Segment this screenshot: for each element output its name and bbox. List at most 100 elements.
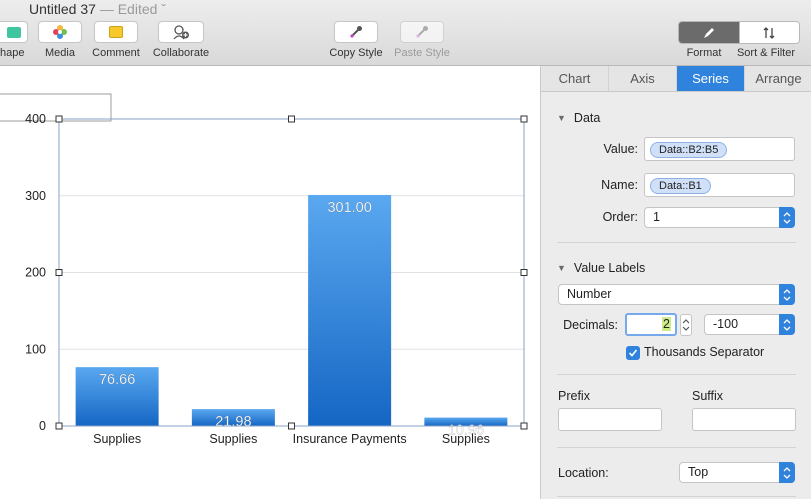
order-value: 1 — [653, 210, 660, 224]
collaborate-icon — [173, 25, 189, 40]
y-tick-label: 200 — [25, 266, 46, 280]
inspector-tabs: Chart Axis Series Arrange — [541, 66, 811, 92]
thousands-separator-label[interactable]: Thousands Separator — [644, 345, 764, 359]
sort-filter-button[interactable] — [738, 22, 799, 43]
bar-chart[interactable]: 0 100 200 300 400 76.66 Supplies 21.98 Supplies… — [0, 66, 540, 499]
value-labels-section-title: Value Labels — [573, 261, 646, 275]
negative-number-format: -100 — [713, 317, 739, 331]
resize-handle[interactable] — [520, 269, 528, 276]
tab-series[interactable]: Series — [676, 66, 744, 91]
value-reference-token[interactable]: Data::B2:B5 — [650, 142, 728, 158]
eyedropper-icon — [350, 26, 362, 38]
tab-arrange[interactable]: Arrange — [744, 66, 811, 91]
comment-icon — [109, 26, 123, 38]
value-reference-field[interactable]: Data::B2:B5 — [644, 137, 795, 161]
popup-arrows-icon — [779, 462, 795, 483]
resize-handle[interactable] — [520, 422, 528, 430]
value-label: 76.66 — [99, 372, 135, 388]
document-title[interactable]: Untitled 37 — Edited ˇ — [29, 1, 166, 17]
negative-number-format-popup[interactable]: -100 — [704, 314, 795, 335]
format-inspector: Chart Axis Series Arrange ▼ Data Value: … — [540, 66, 811, 499]
tab-chart[interactable]: Chart — [541, 66, 608, 91]
y-tick-label: 300 — [25, 189, 46, 203]
edited-indicator: — Edited ˇ — [99, 1, 166, 17]
media-button[interactable] — [38, 21, 82, 43]
collaborate-label: Collaborate — [152, 47, 210, 59]
section-divider — [557, 447, 796, 448]
y-tick-label: 100 — [25, 342, 46, 356]
shape-icon — [7, 26, 21, 38]
order-label: Order: — [602, 210, 638, 224]
popup-arrows-icon — [779, 314, 795, 335]
paste-style-label: Paste Style — [394, 47, 450, 59]
disclosure-triangle-icon: ▼ — [557, 113, 566, 123]
paintbrush-icon — [703, 27, 714, 38]
resize-handle[interactable] — [55, 422, 63, 430]
suffix-label: Suffix — [692, 389, 724, 403]
prefix-field[interactable] — [558, 408, 662, 431]
sort-arrows-icon — [763, 26, 775, 39]
copy-style-button[interactable] — [334, 21, 378, 43]
decimals-label: Decimals: — [563, 318, 618, 332]
name-label: Name: — [601, 178, 638, 192]
suffix-field[interactable] — [692, 408, 796, 431]
tab-axis[interactable]: Axis — [608, 66, 676, 91]
x-category-label: Supplies — [209, 432, 257, 446]
sort-filter-label: Sort & Filter — [736, 47, 796, 59]
paste-style-icon — [416, 26, 428, 38]
x-category-label: Supplies — [442, 432, 490, 446]
value-label-format-popup[interactable]: Number — [558, 284, 795, 305]
section-divider — [557, 374, 796, 375]
document-name: Untitled 37 — [29, 1, 96, 17]
comment-label: Comment — [92, 47, 140, 59]
comment-button[interactable] — [94, 21, 138, 43]
section-divider — [557, 496, 796, 497]
bar[interactable] — [308, 194, 392, 426]
x-category-label: Supplies — [93, 432, 141, 446]
format-sort-segmented-control — [678, 21, 800, 44]
popup-arrows-icon — [779, 207, 795, 228]
resize-handle[interactable] — [288, 422, 295, 430]
decimals-field[interactable]: 2 — [625, 313, 677, 336]
y-tick-label: 400 — [25, 112, 46, 126]
document-canvas[interactable]: 0 100 200 300 400 76.66 Supplies 21.98 Supplies… — [0, 66, 540, 499]
collaborate-button[interactable] — [158, 21, 204, 43]
stepper-arrows-icon — [682, 319, 690, 331]
value-label: 301.00 — [327, 200, 371, 216]
name-reference-field[interactable]: Data::B1 — [644, 173, 795, 197]
location-popup[interactable]: Top — [679, 462, 795, 483]
section-divider — [557, 242, 796, 243]
checkmark-icon — [628, 349, 638, 357]
value-label: Value: — [603, 142, 638, 156]
paste-style-button[interactable] — [400, 21, 444, 43]
toolbar: Untitled 37 — Edited ˇ hape Media Commen… — [0, 0, 811, 66]
shape-label: hape — [0, 47, 25, 59]
resize-handle[interactable] — [288, 115, 295, 123]
location-value: Top — [688, 465, 709, 479]
resize-handle[interactable] — [55, 269, 63, 276]
order-popup[interactable]: 1 — [644, 207, 795, 228]
name-reference-token[interactable]: Data::B1 — [650, 178, 711, 194]
media-label: Media — [45, 47, 75, 59]
photos-icon — [53, 25, 67, 39]
resize-handle[interactable] — [520, 115, 528, 123]
copy-style-label: Copy Style — [329, 47, 383, 59]
data-section-header[interactable]: ▼ Data — [557, 111, 600, 125]
data-section-title: Data — [573, 111, 601, 125]
popup-arrows-icon — [779, 284, 795, 305]
y-tick-label: 0 — [39, 419, 46, 433]
prefix-label: Prefix — [558, 389, 590, 403]
value-label: 21.98 — [215, 414, 251, 430]
x-category-label: Insurance Payments — [293, 432, 407, 446]
value-labels-section-header[interactable]: ▼ Value Labels — [557, 261, 645, 275]
value-label-format: Number — [567, 287, 612, 301]
decimals-value: 2 — [662, 317, 671, 331]
decimals-stepper[interactable] — [680, 314, 692, 336]
resize-handle[interactable] — [55, 115, 63, 123]
disclosure-triangle-icon: ▼ — [557, 263, 566, 273]
location-label: Location: — [558, 466, 609, 480]
thousands-separator-checkbox[interactable] — [626, 346, 640, 360]
format-button[interactable] — [679, 22, 739, 43]
format-label: Format — [686, 47, 722, 59]
shape-button[interactable] — [0, 21, 28, 43]
